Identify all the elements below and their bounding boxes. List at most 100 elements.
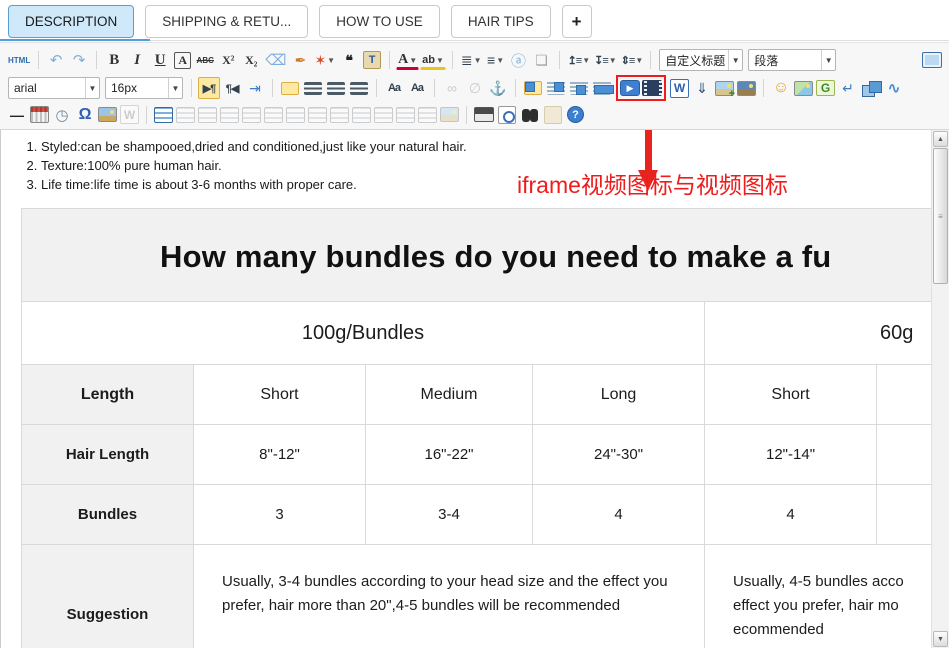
align-left-icon[interactable] [281, 82, 299, 95]
map-icon[interactable] [794, 81, 813, 96]
underline-icon[interactable]: U [149, 49, 171, 71]
img-align-left-icon[interactable] [524, 81, 542, 95]
page-break-icon[interactable]: ↵ [837, 77, 859, 99]
word-import-icon[interactable]: W [670, 79, 689, 98]
editor-content[interactable]: Styled:can be shampooed,dried and condit… [1, 130, 931, 648]
to-uppercase-icon[interactable]: Aa [383, 77, 405, 99]
image-upload-icon[interactable] [715, 81, 734, 96]
autoformat-icon[interactable]: ✶▼ [312, 49, 337, 71]
scroll-down-button[interactable]: ▼ [933, 631, 948, 647]
autoformat-icon-dropdown-arrow[interactable]: ▼ [327, 56, 335, 65]
font-size-select-arrow-icon[interactable]: ▼ [168, 78, 182, 98]
add-tab-button[interactable]: + [562, 5, 592, 38]
preview-icon[interactable] [498, 106, 516, 124]
heading-style-select[interactable]: 自定义标题▼ [659, 49, 743, 71]
line-height-icon[interactable]: ⇕≡▼ [619, 49, 645, 71]
font-size-select[interactable]: 16px▼ [105, 77, 183, 99]
insert-table-icon[interactable] [154, 107, 173, 123]
split-col-icon[interactable] [396, 107, 415, 123]
strikethrough-icon[interactable]: ABC [194, 49, 216, 71]
clock-icon[interactable]: ◷ [51, 104, 73, 126]
image-disabled-icon[interactable] [440, 107, 459, 122]
circled-a-icon[interactable]: ⓐ [508, 49, 530, 71]
delete-row-icon[interactable] [308, 107, 327, 123]
insert-col-left-icon[interactable] [264, 107, 283, 123]
image-manager-icon[interactable] [737, 81, 756, 96]
ordered-list-icon[interactable]: ≣▼ [459, 49, 484, 71]
anchor-icon[interactable]: ⚓ [487, 77, 509, 99]
link-icon[interactable]: ∞ [441, 77, 463, 99]
italic-icon[interactable]: I [126, 49, 148, 71]
align-justify-icon[interactable] [350, 82, 368, 95]
ordered-list-icon-dropdown-arrow[interactable]: ▼ [474, 56, 482, 65]
new-page-icon[interactable]: ❏ [531, 49, 553, 71]
tab-description[interactable]: DESCRIPTION [8, 5, 134, 38]
scrollbar-thumb[interactable]: ≡ [933, 148, 948, 284]
scroll-up-button[interactable]: ▲ [933, 131, 948, 147]
print-icon[interactable] [474, 107, 494, 122]
paste-as-text-icon[interactable]: T [363, 51, 381, 69]
rtl-paragraph-icon[interactable]: ¶◀ [221, 77, 243, 99]
subscript-icon[interactable]: X₂ [240, 49, 262, 71]
help-icon[interactable]: ? [567, 106, 584, 123]
font-color-icon[interactable]: A▼ [396, 52, 419, 70]
font-color-icon-dropdown-arrow[interactable]: ▼ [409, 56, 417, 65]
paste-icon[interactable] [544, 106, 562, 124]
format-brush-icon[interactable]: ✒ [289, 49, 311, 71]
merge-cell-icon[interactable] [352, 107, 371, 123]
file-upload-icon[interactable]: ⇓ [691, 77, 713, 99]
img-align-right-icon[interactable] [547, 81, 565, 95]
line-height-icon-dropdown-arrow[interactable]: ▼ [635, 56, 642, 65]
img-align-inline-icon[interactable] [570, 81, 588, 95]
video-icon[interactable] [642, 80, 662, 96]
image-key-icon[interactable] [98, 107, 117, 122]
to-lowercase-icon[interactable]: Aa [406, 77, 428, 99]
bold-icon[interactable]: B [103, 49, 125, 71]
superscript-icon[interactable]: X² [217, 49, 239, 71]
calendar-icon[interactable] [30, 106, 49, 123]
tab-shipping-returns[interactable]: SHIPPING & RETU... [145, 5, 308, 38]
paragraph-space-top-icon[interactable]: ↥≡▼ [566, 49, 592, 71]
undo-icon[interactable]: ↶ [45, 49, 67, 71]
font-family-select-arrow-icon[interactable]: ▼ [85, 78, 99, 98]
word-paste-icon[interactable]: W [120, 105, 139, 124]
indent-icon[interactable]: ⇥ [244, 77, 266, 99]
table-prop-icon[interactable] [198, 107, 217, 123]
find-replace-icon[interactable] [520, 108, 540, 122]
align-right-icon[interactable] [327, 82, 345, 95]
paragraph-select-arrow-icon[interactable]: ▼ [821, 50, 835, 70]
paragraph-space-top-icon-dropdown-arrow[interactable]: ▼ [582, 56, 589, 65]
blockquote-icon[interactable]: ❝ [338, 49, 360, 71]
ltr-paragraph-icon[interactable]: ▶¶ [198, 77, 220, 99]
delete-col-icon[interactable] [330, 107, 349, 123]
unordered-list-icon-dropdown-arrow[interactable]: ▼ [496, 56, 504, 65]
unordered-list-icon[interactable]: ≡▼ [485, 49, 507, 71]
emoticon-icon[interactable]: ☺ [770, 77, 792, 99]
cell-prop-icon[interactable] [220, 107, 239, 123]
tab-hair-tips[interactable]: HAIR TIPS [451, 5, 551, 38]
highlight-color-icon[interactable]: ab▼ [420, 52, 446, 70]
paragraph-space-bottom-icon[interactable]: ↧≡▼ [592, 49, 618, 71]
paragraph-space-bottom-icon-dropdown-arrow[interactable]: ▼ [609, 56, 616, 65]
font-family-select[interactable]: arial▼ [8, 77, 100, 99]
multi-image-icon[interactable] [861, 80, 881, 96]
redo-icon[interactable]: ↷ [68, 49, 90, 71]
insert-row-above-icon[interactable] [242, 107, 261, 123]
img-align-block-icon[interactable] [593, 81, 611, 95]
table-struct-icon[interactable] [418, 107, 437, 123]
delete-table-icon[interactable] [176, 107, 195, 123]
vertical-scrollbar[interactable]: ▲ ≡ ▼ [931, 130, 949, 648]
paragraph-select[interactable]: 段落▼ [748, 49, 836, 71]
highlight-color-icon-dropdown-arrow[interactable]: ▼ [436, 56, 444, 65]
remote-image-icon[interactable]: ∿ [883, 77, 905, 99]
unlink-icon[interactable]: ∅ [464, 77, 486, 99]
tab-how-to-use[interactable]: HOW TO USE [319, 5, 440, 38]
html-source-icon[interactable]: HTML [6, 49, 32, 71]
border-text-icon[interactable]: A [174, 52, 191, 69]
heading-style-select-arrow-icon[interactable]: ▼ [728, 50, 742, 70]
eraser-icon[interactable]: ⌫ [263, 49, 288, 71]
google-map-icon[interactable]: G [816, 80, 835, 96]
horizontal-rule-icon[interactable]: — [6, 104, 28, 126]
split-row-icon[interactable] [374, 107, 393, 123]
align-center-icon[interactable] [304, 82, 322, 95]
